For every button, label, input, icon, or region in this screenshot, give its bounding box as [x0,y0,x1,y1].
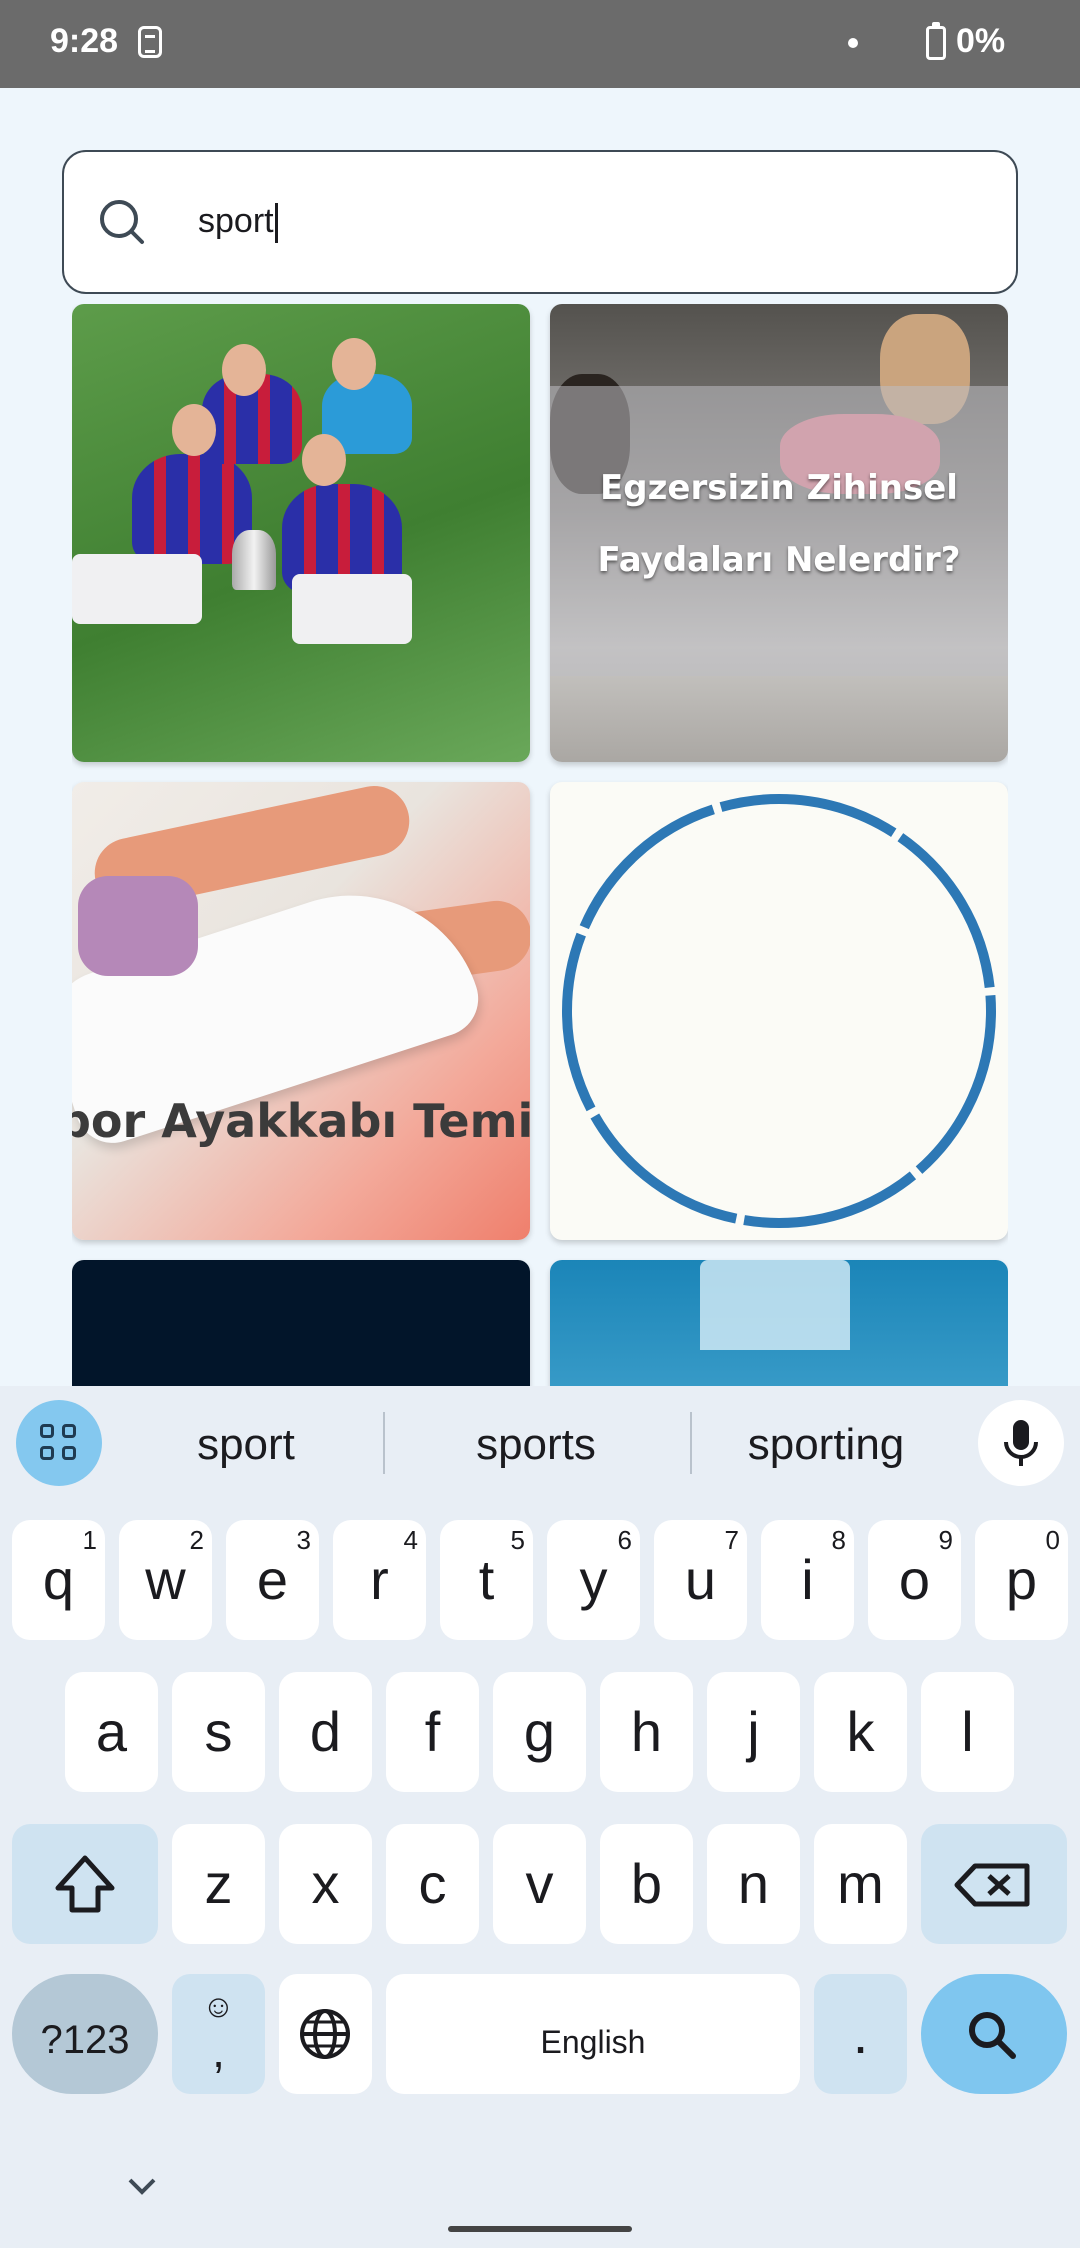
language-key[interactable] [279,1974,372,2094]
key-c[interactable]: c [386,1824,479,1944]
key-q[interactable]: q1 [12,1520,105,1640]
player-face [222,344,266,396]
result-card-shoe-cleaning[interactable]: por Ayakkabı Temiz [72,782,530,1240]
status-bar: 9:28 0% [0,0,1080,88]
search-query-text: sport [198,202,278,244]
key-j[interactable]: j [707,1672,800,1792]
grid-icon [62,1446,76,1460]
result-card-dark[interactable] [72,1260,530,1386]
result-card-hoop[interactable] [550,782,1008,1240]
voice-input-button[interactable] [978,1400,1064,1486]
key-r[interactable]: r4 [333,1520,426,1640]
suggestion-bar: sport sports sporting [0,1386,1080,1504]
key-e[interactable]: e3 [226,1520,319,1640]
text-cursor [274,203,278,244]
microphone-icon [1004,1420,1038,1466]
key-b[interactable]: b [600,1824,693,1944]
keyboard-apps-button[interactable] [16,1400,102,1486]
player-shorts [72,554,202,624]
battery-percent: 0% [956,22,1006,60]
grid-icon [62,1424,76,1438]
key-u[interactable]: u7 [654,1520,747,1640]
soft-keyboard: sport sports sporting q1 w2 e3 r4 t5 y6 … [0,1386,1080,2248]
suggestion-sports[interactable]: sports [416,1420,656,1470]
shift-key[interactable] [12,1824,158,1944]
key-k[interactable]: k [814,1672,907,1792]
space-key[interactable]: English [386,1974,800,2094]
player-shorts [292,574,412,644]
results-grid: Egzersizin Zihinsel Faydaları Nelerdir? … [72,304,1008,1386]
grid-icon [40,1424,54,1438]
key-w[interactable]: w2 [119,1520,212,1640]
key-h[interactable]: h [600,1672,693,1792]
shift-icon [55,1855,115,1913]
notification-dot-icon [848,38,858,48]
suggestion-divider [690,1412,692,1474]
overlay-text-line-1: Egzersizin Zihinsel [600,468,958,508]
key-t[interactable]: t5 [440,1520,533,1640]
suggestion-divider [383,1412,385,1474]
key-x[interactable]: x [279,1824,372,1944]
cloth-figure [78,876,198,976]
key-i[interactable]: i8 [761,1520,854,1640]
player-face [332,338,376,390]
comma-label: , [212,2025,225,2077]
key-l[interactable]: l [921,1672,1014,1792]
search-icon [969,2012,1016,2059]
status-time: 9:28 [50,22,119,60]
period-key[interactable]: . [814,1974,907,2094]
key-o[interactable]: o9 [868,1520,961,1640]
trophy-icon [232,530,276,590]
suggestion-sporting[interactable]: sporting [706,1420,946,1470]
text-overlay-band [550,386,1008,676]
key-s[interactable]: s [172,1672,265,1792]
chevron-down-icon[interactable] [124,2174,160,2198]
backspace-icon [954,1863,1030,1907]
symbols-key[interactable]: ?123 [12,1974,158,2094]
search-input[interactable]: sport [62,150,1018,294]
key-n[interactable]: n [707,1824,800,1944]
gesture-navigation-bar[interactable] [448,2226,632,2232]
battery-icon [926,22,946,60]
key-p[interactable]: p0 [975,1520,1068,1640]
result-card-blue-tower[interactable] [550,1260,1008,1386]
emoji-comma-key[interactable]: ☺ , [172,1974,265,2094]
search-action-key[interactable] [921,1974,1067,2094]
overlay-text-line-2: Faydaları Nelerdir? [597,540,961,580]
tower-figure [700,1260,850,1350]
globe-icon [300,2009,350,2059]
result-card-exercise[interactable]: Egzersizin Zihinsel Faydaları Nelerdir? [550,304,1008,762]
player-face [172,404,216,456]
result-card-football-team[interactable] [72,304,530,762]
player-face [302,434,346,486]
key-f[interactable]: f [386,1672,479,1792]
key-m[interactable]: m [814,1824,907,1944]
key-g[interactable]: g [493,1672,586,1792]
sim-card-icon [138,26,162,58]
key-v[interactable]: v [493,1824,586,1944]
emoji-icon: ☺ [202,1988,235,2024]
grid-icon [40,1446,54,1460]
backspace-key[interactable] [921,1824,1067,1944]
suggestion-sport[interactable]: sport [126,1420,366,1470]
key-z[interactable]: z [172,1824,265,1944]
key-d[interactable]: d [279,1672,372,1792]
search-icon [100,200,144,244]
key-y[interactable]: y6 [547,1520,640,1640]
key-a[interactable]: a [65,1672,158,1792]
card-caption: por Ayakkabı Temiz [72,1094,530,1148]
hoop-image [562,794,996,1228]
